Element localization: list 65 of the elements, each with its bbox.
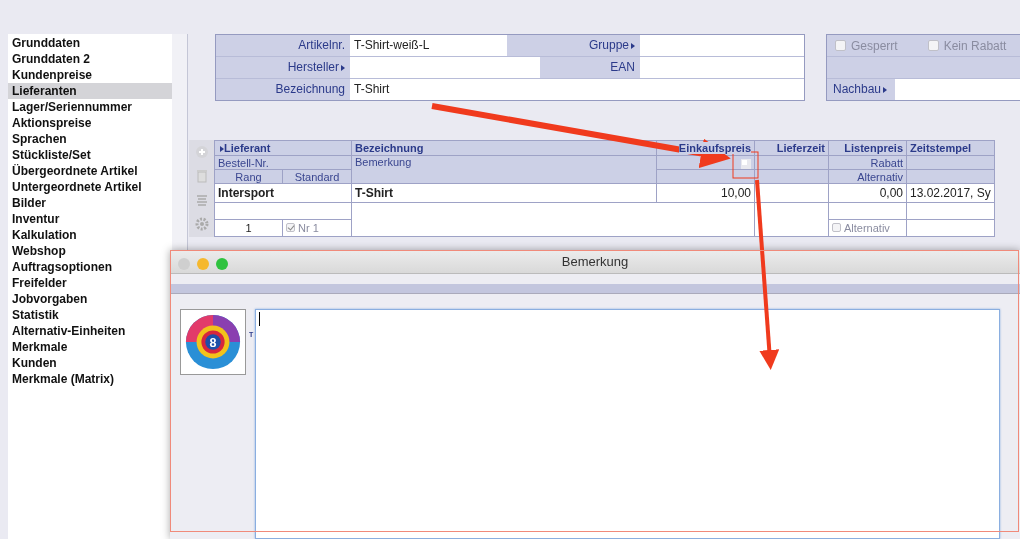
section-item[interactable]: Lager/Seriennummer: [8, 99, 172, 115]
expand-icon[interactable]: [741, 158, 751, 169]
section-item[interactable]: Sprachen: [8, 131, 172, 147]
field-label: Nachbau: [827, 79, 895, 100]
add-icon[interactable]: [193, 144, 210, 160]
section-item[interactable]: Grunddaten: [8, 35, 172, 51]
section-item[interactable]: Grunddaten 2: [8, 51, 172, 67]
section-item[interactable]: Freifelder: [8, 275, 172, 291]
section-item[interactable]: Merkmale: [8, 339, 172, 355]
section-item[interactable]: Jobvorgaben: [8, 291, 172, 307]
column-header[interactable]: Lieferant: [218, 142, 271, 154]
section-item[interactable]: Kalkulation: [8, 227, 172, 243]
table-cell: Intersport: [218, 186, 274, 200]
link-arrow-icon[interactable]: [220, 146, 224, 152]
text-field[interactable]: [640, 57, 804, 78]
column-header: Standard: [294, 170, 340, 183]
column-header: Alternativ: [857, 170, 903, 183]
column-header: Rabatt: [870, 156, 903, 169]
text-field[interactable]: T-Shirt: [350, 79, 804, 100]
section-item[interactable]: Lieferanten: [8, 83, 172, 99]
section-item[interactable]: Stückliste/Set: [8, 147, 172, 163]
column-header: Einkaufspreis: [678, 142, 751, 154]
section-item[interactable]: Merkmale (Matrix): [8, 371, 172, 387]
table-cell: 0,00: [879, 186, 903, 200]
settings-icon[interactable]: [193, 216, 210, 232]
minimize-icon[interactable]: [197, 258, 209, 270]
section-item[interactable]: Aktionspreise: [8, 115, 172, 131]
text-field[interactable]: [640, 35, 804, 56]
section-item[interactable]: Alternativ-Einheiten: [8, 323, 172, 339]
column-header: Zeitstempel: [910, 142, 972, 154]
table-cell: 1: [245, 222, 252, 234]
field-label: Artikelnr.: [297, 37, 346, 54]
section-item[interactable]: Untergeordnete Artikel: [8, 179, 172, 195]
text-field[interactable]: T-Shirt-weiß-L: [350, 35, 507, 56]
field-label: Gruppe: [507, 35, 640, 56]
column-header: Bezeichnung: [355, 142, 424, 154]
section-item[interactable]: Kunden: [8, 355, 172, 371]
column-header: Bemerkung: [355, 156, 412, 168]
table-cell: 10,00: [720, 186, 751, 200]
column-header: Bestell-Nr.: [218, 156, 269, 169]
section-item[interactable]: Übergeordnete Artikel: [8, 163, 172, 179]
section-item[interactable]: Auftragsoptionen: [8, 259, 172, 275]
table-cell: T-Shirt: [355, 186, 393, 200]
window-title: Bemerkung: [561, 253, 629, 269]
field-label: Hersteller: [216, 57, 350, 78]
link-arrow-icon[interactable]: [883, 87, 888, 93]
zoom-icon[interactable]: [216, 258, 228, 270]
section-item[interactable]: Kundenpreise: [8, 67, 172, 83]
column-header: Listenpreis: [844, 142, 903, 154]
section-item[interactable]: Inventur: [8, 211, 172, 227]
note-text-area[interactable]: [255, 309, 1001, 539]
table-cell: 13.02.2017, Sy: [910, 186, 991, 200]
field-label: Bezeichnung: [274, 81, 346, 98]
field-label: EAN: [609, 59, 636, 76]
link-arrow-icon[interactable]: [341, 65, 345, 71]
section-item[interactable]: Webshop: [8, 243, 172, 259]
section-item[interactable]: Statistik: [8, 307, 172, 323]
close-icon[interactable]: [178, 258, 190, 270]
column-header: Lieferzeit: [776, 142, 825, 154]
section-item[interactable]: Bilder: [8, 195, 172, 211]
text-field[interactable]: [350, 57, 540, 78]
link-arrow-icon[interactable]: [631, 43, 635, 49]
logo-drawing: 8: [180, 309, 246, 375]
text-field[interactable]: [895, 79, 1020, 100]
column-header: Rang: [235, 170, 262, 183]
